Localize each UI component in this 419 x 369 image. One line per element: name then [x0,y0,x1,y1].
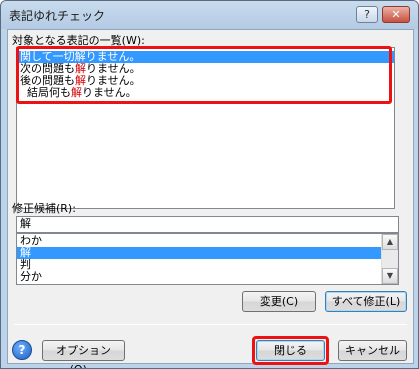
change-button[interactable]: 変更(C) [242,291,316,312]
dialog-title: 表記ゆれチェック [9,9,106,23]
candidates-list[interactable]: わか解判分か ▲ ▼ [16,233,399,285]
dialog-body: 対象となる表記の一覧(W): 関して一切解りません。 次の問題も解りません。 後の問… [7,29,414,368]
footer-separator [14,324,407,325]
titlebar-help-button[interactable]: ? [356,6,378,23]
help-icon[interactable]: ? [12,340,32,360]
chevron-up-icon[interactable]: ▲ [382,234,398,250]
cancel-button[interactable]: キャンセル [338,340,407,361]
dialog-window: 表記ゆれチェック ? ✕ 対象となる表記の一覧(W): 関して一切解りません。次… [0,0,419,369]
candidate-list-item[interactable]: わか [17,235,398,247]
title-bar[interactable]: 表記ゆれチェック ? ✕ [1,1,418,29]
annotation-highlight-box [16,46,392,104]
options-button[interactable]: オプション(O)... [42,340,125,368]
candidates-list-items: わか解判分か [17,234,398,283]
question-icon: ? [364,8,370,21]
candidates-scrollbar[interactable]: ▲ ▼ [381,234,398,284]
candidate-input[interactable]: 解 [16,216,399,233]
close-icon: ✕ [391,8,401,21]
change-all-button[interactable]: すべて修正(L) [325,291,407,312]
close-button-annotation-box [252,336,329,365]
candidates-label: 修正候補(R): [12,202,76,215]
candidate-list-item[interactable]: 分か [17,271,398,283]
titlebar-close-button[interactable]: ✕ [382,6,410,23]
candidate-list-item[interactable]: 解 [17,247,398,259]
chevron-down-icon[interactable]: ▼ [382,268,398,284]
candidate-list-item[interactable]: 判 [17,259,398,271]
